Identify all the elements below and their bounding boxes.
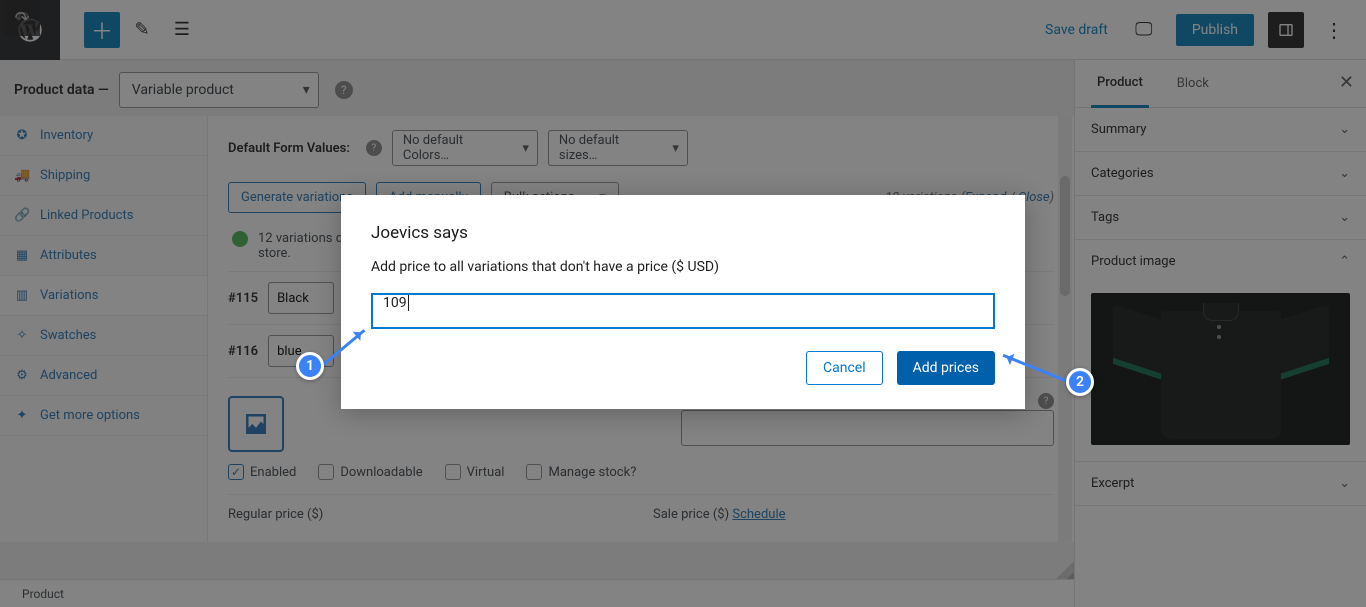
add-prices-button[interactable]: Add prices [897,351,995,385]
dialog-title: Joevics says [371,223,995,243]
prompt-dialog: Joevics says Add price to all variations… [341,195,1025,409]
dialog-message: Add price to all variations that don't h… [371,259,995,275]
annotation-marker-2: 2 [1066,368,1094,396]
annotation-marker-1: 1 [296,352,324,380]
cancel-button[interactable]: Cancel [806,351,883,385]
dialog-input[interactable]: 109 [371,293,995,329]
